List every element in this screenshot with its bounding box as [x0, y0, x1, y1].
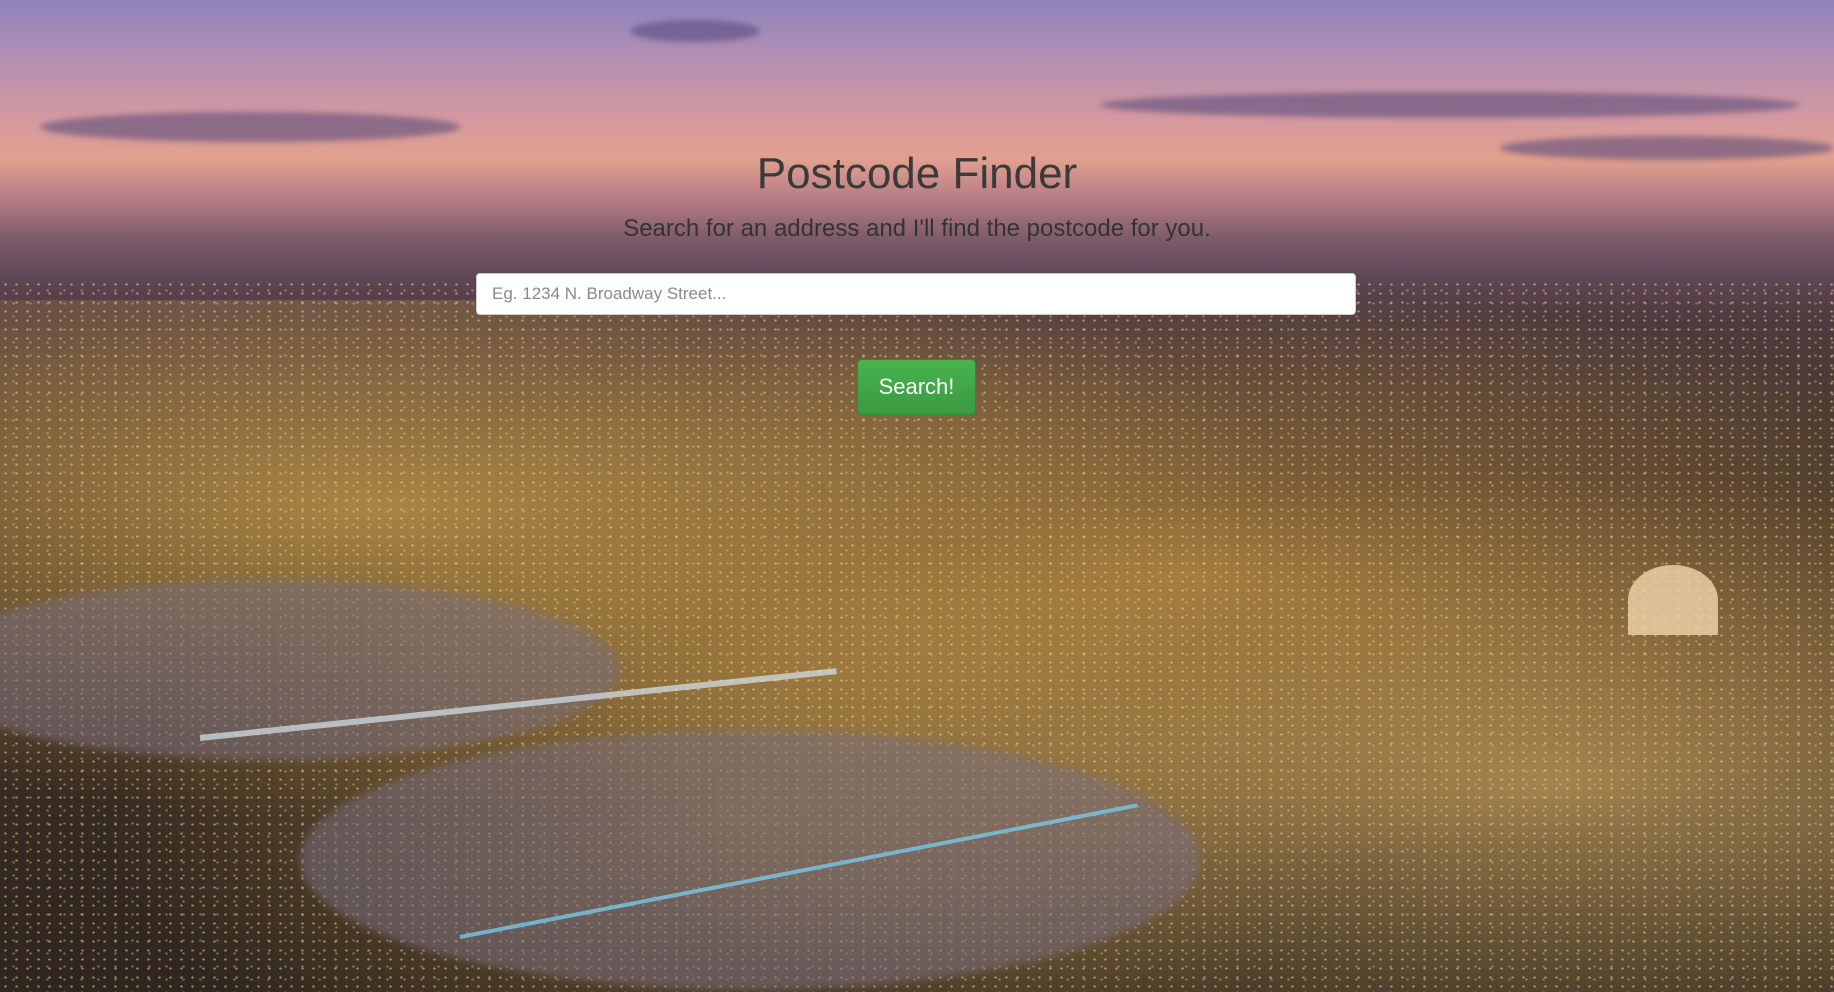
address-search-input[interactable]: [476, 273, 1356, 315]
cloud: [1100, 92, 1800, 118]
search-button[interactable]: Search!: [857, 359, 976, 415]
cathedral-dome: [1628, 565, 1718, 635]
river: [300, 730, 1200, 990]
page-title: Postcode Finder: [756, 149, 1078, 198]
cloud: [630, 20, 760, 42]
page-subtitle: Search for an address and I'll find the …: [623, 215, 1211, 242]
cloud: [40, 112, 460, 142]
